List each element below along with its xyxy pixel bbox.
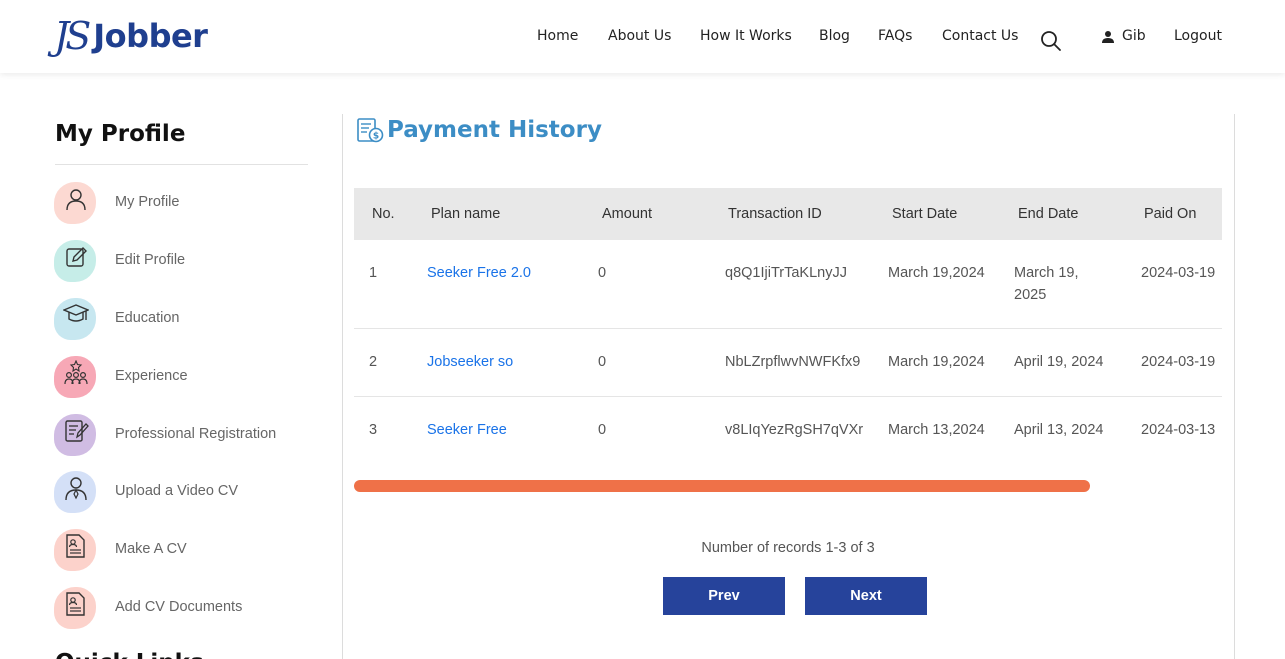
cell-amount: 0 — [598, 354, 607, 370]
cell-start-date: March 19,2024 — [888, 354, 985, 370]
sidebar-item-professional-registration[interactable]: Professional Registration — [54, 414, 314, 456]
search-icon[interactable] — [1040, 30, 1062, 52]
sidebar-title: My Profile — [55, 121, 186, 147]
column-header: Start Date — [892, 206, 958, 222]
sidebar-item-label: Professional Registration — [115, 426, 277, 442]
nav-home[interactable]: Home — [537, 28, 578, 44]
plan-link[interactable]: Seeker Free 2.0 — [427, 262, 531, 284]
top-header: JS Jobber Home About Us How It Works Blo… — [0, 0, 1285, 73]
quick-links-heading: Quick Links — [55, 650, 204, 659]
nav-how-it-works[interactable]: How It Works — [700, 28, 792, 44]
page-title: $ Payment History — [356, 114, 602, 146]
cell-no: 2 — [369, 354, 378, 370]
edit-icon — [66, 247, 87, 267]
sidebar-item-label: Add CV Documents — [115, 599, 243, 615]
team-star-icon — [64, 360, 88, 385]
sidebar-item-experience[interactable]: Experience — [54, 356, 314, 398]
sidebar-item-upload-video-cv[interactable]: Upload a Video CV — [54, 471, 314, 513]
user-tie-icon — [65, 477, 87, 501]
sidebar-item-my-profile[interactable]: My Profile — [54, 182, 314, 224]
cell-amount: 0 — [598, 422, 607, 438]
cell-transaction-id: q8Q1IjiTrTaKLnyJJ — [725, 265, 847, 281]
user-icon — [66, 189, 86, 211]
table-row: 1 Seeker Free 2.0 0 q8Q1IjiTrTaKLnyJJ Ma… — [354, 240, 1222, 329]
sidebar-item-label: Experience — [115, 368, 188, 384]
horizontal-scrollbar[interactable] — [354, 480, 1090, 492]
prev-button[interactable]: Prev — [663, 577, 785, 615]
sidebar-item-label: Upload a Video CV — [115, 483, 239, 499]
table-header: No. Plan name Amount Transaction ID Star… — [354, 188, 1222, 240]
sidebar-item-label: Edit Profile — [115, 252, 186, 268]
graduation-cap-icon — [63, 304, 89, 322]
sidebar-item-make-a-cv[interactable]: Make A CV — [54, 529, 314, 571]
sidebar-item-edit-profile[interactable]: Edit Profile — [54, 240, 314, 282]
column-header: Transaction ID — [728, 206, 822, 222]
plan-link[interactable]: Jobseeker so — [427, 351, 513, 373]
column-header: End Date — [1018, 206, 1079, 222]
cell-paid-on: 2024-03-13 — [1141, 422, 1216, 438]
table-row: 3 Seeker Free 0 v8LIqYezRgSH7qVXr March … — [354, 397, 1222, 465]
cell-end-date: March 19, 2025 — [1014, 265, 1079, 303]
sidebar-item-label: Make A CV — [115, 541, 187, 557]
nav-contact-us[interactable]: Contact Us — [942, 28, 1018, 44]
plan-link[interactable]: Seeker Free — [427, 419, 507, 441]
svg-text:$: $ — [373, 132, 379, 142]
sidebar-item-label: My Profile — [115, 194, 180, 210]
user-icon — [1102, 31, 1114, 43]
column-header: Amount — [602, 206, 652, 222]
cell-paid-on: 2024-03-19 — [1141, 354, 1216, 370]
cell-amount: 0 — [598, 265, 607, 281]
cell-paid-on: 2024-03-19 — [1141, 265, 1216, 281]
cell-transaction-id: NbLZrpflwvNWFKfx9 — [725, 354, 861, 370]
cell-end-date: April 19, 2024 — [1014, 354, 1104, 370]
document-pen-icon — [65, 420, 89, 442]
sidebar-item-label: Education — [115, 310, 180, 326]
resume-icon — [66, 592, 85, 616]
receipt-icon: $ — [357, 118, 384, 143]
user-menu[interactable]: Gib — [1122, 28, 1146, 44]
nav-faqs[interactable]: FAQs — [878, 28, 912, 44]
cell-no: 1 — [369, 265, 378, 281]
cell-no: 3 — [369, 422, 378, 438]
logout-link[interactable]: Logout — [1174, 28, 1222, 44]
content-border-right — [1234, 114, 1235, 659]
cell-start-date: March 19,2024 — [888, 265, 985, 281]
column-header: No. — [372, 206, 395, 222]
nav-blog[interactable]: Blog — [819, 28, 850, 44]
column-header: Plan name — [431, 206, 501, 222]
content-border-left — [342, 114, 343, 659]
cell-transaction-id: v8LIqYezRgSH7qVXr — [725, 422, 864, 438]
main-nav: Home About Us How It Works Blog FAQs Con… — [0, 28, 1285, 51]
cell-start-date: March 13,2024 — [888, 422, 985, 438]
page-title-text: Payment History — [387, 117, 602, 143]
next-button[interactable]: Next — [805, 577, 927, 615]
sidebar-item-add-cv-documents[interactable]: Add CV Documents — [54, 587, 314, 629]
cell-end-date: April 13, 2024 — [1014, 422, 1104, 438]
sidebar-divider — [55, 164, 308, 165]
sidebar-item-education[interactable]: Education — [54, 298, 314, 340]
resume-icon — [66, 534, 85, 558]
column-header: Paid On — [1144, 206, 1197, 222]
records-count: Number of records 1-3 of 3 — [701, 540, 875, 556]
table-row: 2 Jobseeker so 0 NbLZrpflwvNWFKfx9 March… — [354, 329, 1222, 397]
nav-about-us[interactable]: About Us — [608, 28, 671, 44]
